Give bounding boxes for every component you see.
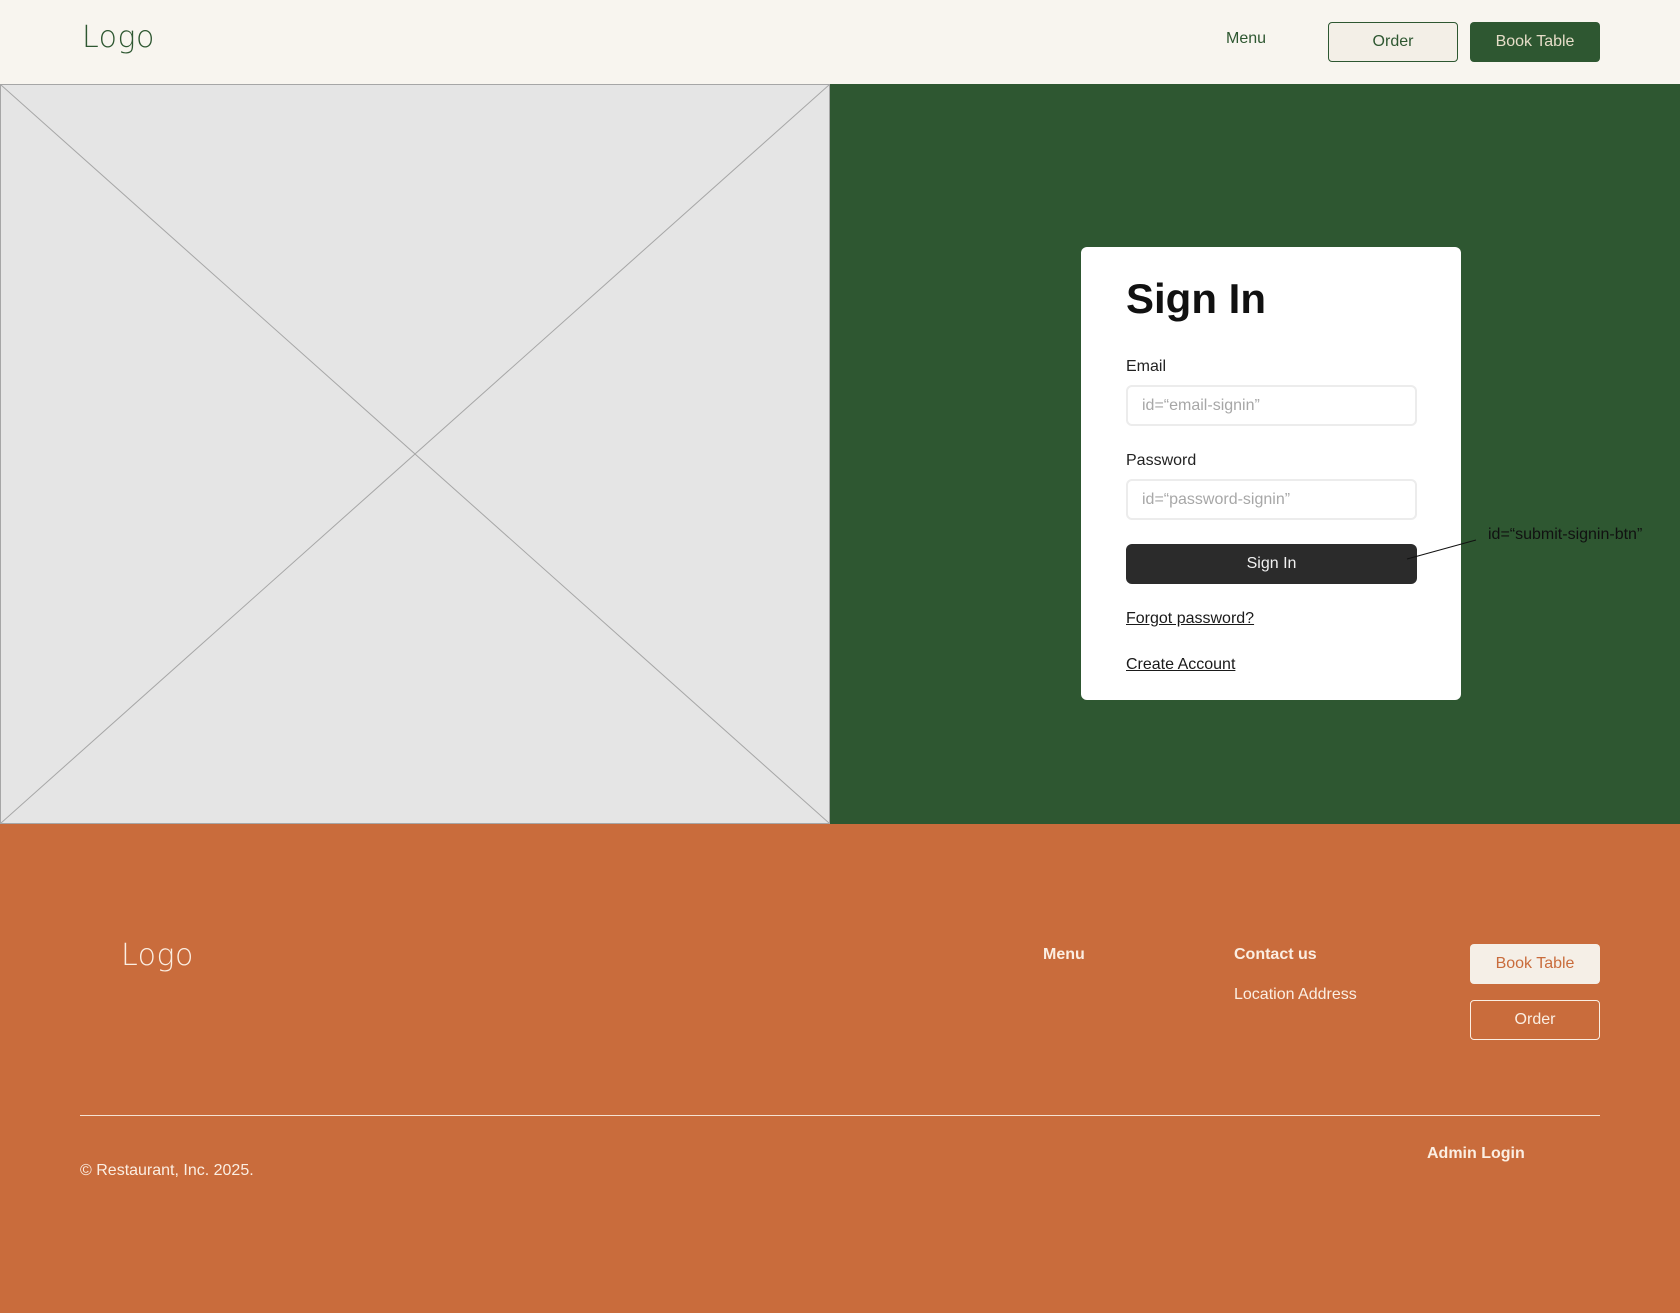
nav-menu-link[interactable]: Menu (1226, 30, 1266, 48)
password-field[interactable] (1126, 479, 1417, 520)
copyright-text: © Restaurant, Inc. 2025. (80, 1162, 254, 1179)
header-order-button[interactable]: Order (1328, 22, 1458, 62)
footer-menu-link[interactable]: Menu (1043, 946, 1085, 964)
email-label: Email (1126, 358, 1167, 375)
site-header: Logo Menu Order Book Table (0, 0, 1680, 84)
create-account-link[interactable]: Create Account (1126, 656, 1235, 674)
annotation-label: id=“submit-signin-btn” (1488, 526, 1643, 543)
footer-order-button[interactable]: Order (1470, 1000, 1600, 1040)
forgot-password-link[interactable]: Forgot password? (1126, 610, 1254, 628)
hero-image-placeholder (0, 84, 830, 824)
annotation-pointer-line (1406, 539, 1477, 560)
footer-contact-heading[interactable]: Contact us (1234, 946, 1317, 964)
submit-signin-button[interactable]: Sign In (1126, 544, 1417, 584)
footer-address: Location Address (1234, 986, 1357, 1003)
site-footer: Logo Menu Contact us Location Address Bo… (0, 824, 1680, 1313)
header-book-table-button[interactable]: Book Table (1470, 22, 1600, 62)
footer-divider (80, 1115, 1600, 1116)
signin-title: Sign In (1126, 275, 1266, 322)
password-label: Password (1126, 452, 1197, 469)
signin-card: Sign In Email Password Sign In Forgot pa… (1081, 247, 1461, 700)
footer-logo[interactable]: Logo (121, 938, 194, 973)
footer-book-table-button[interactable]: Book Table (1470, 944, 1600, 984)
admin-login-link[interactable]: Admin Login (1427, 1145, 1525, 1163)
header-logo[interactable]: Logo (82, 20, 155, 55)
image-placeholder-icon (1, 85, 829, 823)
email-field[interactable] (1126, 385, 1417, 426)
